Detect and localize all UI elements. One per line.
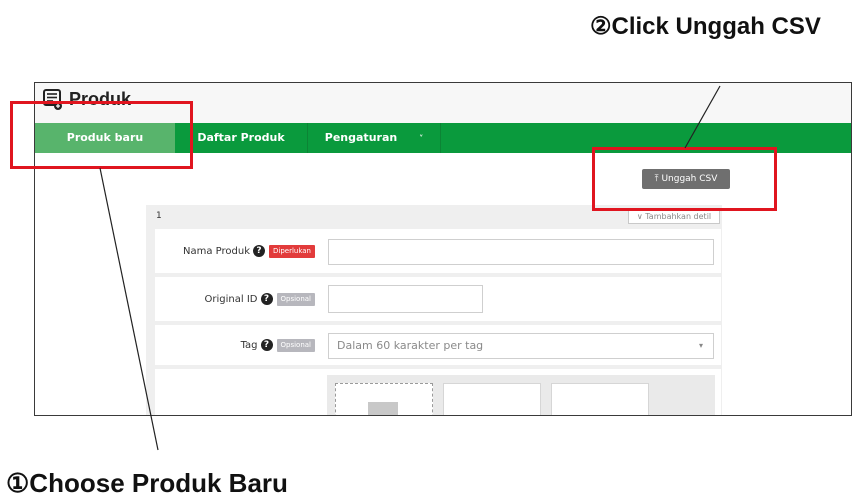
chevron-down-icon: ˅ bbox=[419, 134, 424, 143]
annotation-step1: ①Choose Produk Baru bbox=[6, 468, 288, 498]
nama-produk-input[interactable] bbox=[328, 239, 714, 265]
image-upload-slot[interactable] bbox=[443, 383, 541, 415]
field-label-text: Tag bbox=[240, 339, 258, 351]
image-upload-slot[interactable] bbox=[551, 383, 649, 415]
field-label-text: Nama Produk bbox=[182, 245, 250, 257]
help-icon[interactable]: ? bbox=[260, 293, 273, 305]
chevron-down-icon: ▾ bbox=[698, 341, 703, 350]
tab-pengaturan[interactable]: Pengaturan ˅ bbox=[308, 123, 441, 153]
field-label-original-id: Original ID ? Opsional bbox=[155, 277, 315, 321]
field-row-images bbox=[155, 369, 721, 415]
help-icon[interactable]: ? bbox=[252, 245, 265, 257]
tag-placeholder: Dalam 60 karakter per tag bbox=[337, 339, 484, 352]
optional-badge: Opsional bbox=[276, 338, 315, 352]
tab-label: Daftar Produk bbox=[197, 131, 285, 144]
image-add-icon bbox=[368, 402, 398, 415]
field-row-original-id: Original ID ? Opsional bbox=[155, 277, 721, 321]
help-icon[interactable]: ? bbox=[260, 339, 273, 351]
field-row-nama-produk: Nama Produk ? Diperlukan bbox=[155, 229, 721, 273]
field-label-tag: Tag ? Opsional bbox=[155, 325, 315, 365]
required-badge: Diperlukan bbox=[268, 244, 315, 258]
optional-badge: Opsional bbox=[276, 292, 315, 306]
highlight-unggah-csv bbox=[592, 147, 777, 211]
image-upload-area bbox=[327, 375, 715, 415]
field-row-tag: Tag ? Opsional Dalam 60 karakter per tag… bbox=[155, 325, 721, 365]
highlight-produk-baru bbox=[10, 101, 193, 169]
field-label-text: Original ID bbox=[204, 293, 258, 305]
tab-label: Pengaturan bbox=[324, 131, 398, 144]
tab-daftar-produk[interactable]: Daftar Produk bbox=[175, 123, 308, 153]
tag-select[interactable]: Dalam 60 karakter per tag ▾ bbox=[328, 333, 714, 359]
field-label-nama-produk: Nama Produk ? Diperlukan bbox=[155, 229, 315, 273]
original-id-input[interactable] bbox=[328, 285, 483, 313]
card-number: 1 bbox=[156, 211, 162, 221]
annotation-step2: ②Click Unggah CSV bbox=[590, 13, 821, 40]
image-upload-slot-main[interactable] bbox=[335, 383, 433, 415]
